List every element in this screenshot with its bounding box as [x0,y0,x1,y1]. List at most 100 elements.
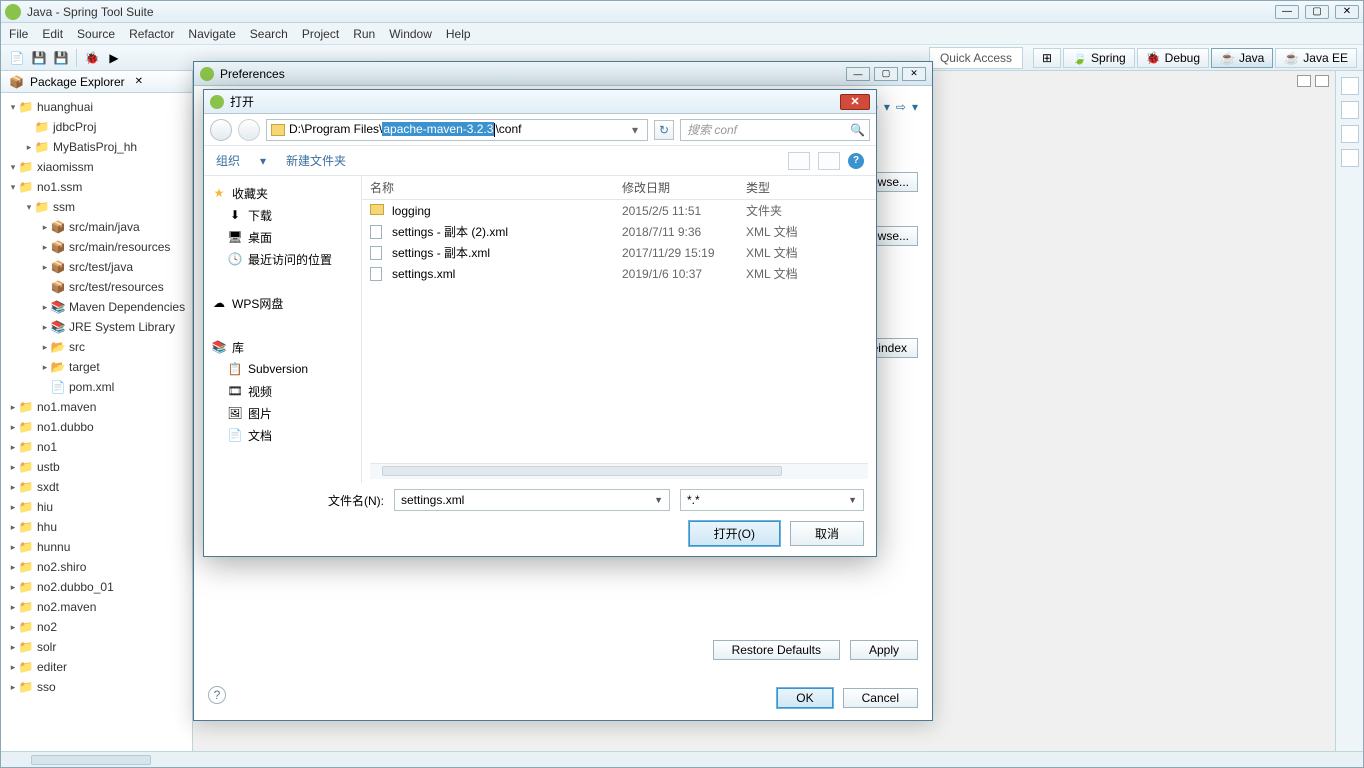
tree-twist-icon[interactable]: ▸ [7,622,19,633]
tree-item[interactable]: ▸📦src/main/resources [5,237,192,257]
tree-item[interactable]: ▸📚Maven Dependencies [5,297,192,317]
close-icon[interactable]: ✕ [135,76,143,87]
tree-twist-icon[interactable]: ▸ [39,262,51,273]
sidebar-item[interactable]: ★收藏夹 [204,182,361,204]
perspective-javaee[interactable]: ☕ Java EE [1275,48,1357,68]
filter-dropdown[interactable]: *.* ▼ [680,489,864,511]
sidebar-item[interactable]: 📋Subversion [204,358,361,380]
tree-twist-icon[interactable]: ▸ [7,522,19,533]
tree-item[interactable]: ▸📁sso [5,677,192,697]
tree-twist-icon[interactable]: ▸ [7,542,19,553]
menu-file[interactable]: File [9,27,28,41]
close-button[interactable]: ✕ [1335,5,1359,19]
tree-item[interactable]: ▸📦src/test/java [5,257,192,277]
tree-item[interactable]: ▸📁no1.dubbo [5,417,192,437]
tree-item[interactable]: ▸📂src [5,337,192,357]
minimize-view-icon[interactable] [1297,75,1311,87]
view-mode-button[interactable] [788,152,810,170]
tree-item[interactable]: 📦src/test/resources [5,277,192,297]
pref-close-icon[interactable]: ✕ [902,67,926,81]
tree-item[interactable]: ▸📁sxdt [5,477,192,497]
maximize-view-icon[interactable] [1315,75,1329,87]
sidebar-item[interactable]: ⬇下载 [204,204,361,226]
pref-min-icon[interactable]: — [846,67,870,81]
tasks-icon[interactable] [1341,101,1359,119]
nav-menu-icon[interactable]: ▾ [912,100,918,114]
tree-item[interactable]: ▸📁no2.maven [5,597,192,617]
tree-item[interactable]: ▸📦src/main/java [5,217,192,237]
tree-twist-icon[interactable]: ▸ [23,142,35,153]
file-row[interactable]: logging2015/2/5 11:51文件夹 [362,200,876,221]
tree-twist-icon[interactable]: ▸ [39,302,51,313]
horizontal-scrollbar[interactable] [1,751,1363,767]
help-icon[interactable]: ? [208,686,226,704]
tree-item[interactable]: ▸📁editer [5,657,192,677]
dropdown-icon[interactable]: ▼ [848,495,857,505]
address-bar[interactable]: D:\Program Files\apache-maven-3.2.3\conf… [266,119,648,141]
pref-cancel-button[interactable]: Cancel [843,688,918,708]
perspective-debug[interactable]: 🐞 Debug [1137,48,1209,68]
tree-item[interactable]: 📄pom.xml [5,377,192,397]
menu-run[interactable]: Run [353,27,375,41]
tree-item[interactable]: ▸📁ustb [5,457,192,477]
outline-icon[interactable] [1341,77,1359,95]
tree-twist-icon[interactable]: ▸ [7,462,19,473]
filename-input[interactable]: settings.xml ▼ [394,489,670,511]
console-icon[interactable] [1341,149,1359,167]
tree-twist-icon[interactable]: ▾ [7,102,19,113]
tree-twist-icon[interactable]: ▸ [39,222,51,233]
tree-twist-icon[interactable]: ▸ [39,362,51,373]
tree-twist-icon[interactable]: ▸ [7,662,19,673]
tree-item[interactable]: ▾📁huanghuai [5,97,192,117]
nav-fwd-icon[interactable]: ▾ [884,100,890,114]
help-button[interactable]: ? [848,153,864,169]
save-icon[interactable]: 💾 [29,48,49,68]
tree-twist-icon[interactable]: ▸ [7,442,19,453]
pref-ok-button[interactable]: OK [777,688,832,708]
scroll-thumb[interactable] [382,466,782,476]
tree-twist-icon[interactable]: ▾ [7,162,19,173]
tree-twist-icon[interactable]: ▸ [39,342,51,353]
sidebar-item[interactable]: 📄文档 [204,424,361,446]
menu-refactor[interactable]: Refactor [129,27,174,41]
quick-access[interactable]: Quick Access [929,47,1023,69]
sidebar-item[interactable]: 🖼图片 [204,402,361,424]
file-row[interactable]: settings.xml2019/1/6 10:37XML 文档 [362,263,876,284]
tree-twist-icon[interactable]: ▾ [7,182,19,193]
address-dropdown-icon[interactable]: ▾ [627,123,643,137]
sidebar-item[interactable]: 📚库 [204,336,361,358]
tree-twist-icon[interactable]: ▸ [7,642,19,653]
menu-window[interactable]: Window [389,27,432,41]
dropdown-icon[interactable]: ▼ [654,495,663,505]
cancel-button[interactable]: 取消 [790,521,864,546]
menu-help[interactable]: Help [446,27,471,41]
col-header-date[interactable]: 修改日期 [622,179,746,196]
nav-next-icon[interactable]: ⇨ [896,100,906,114]
file-rows[interactable]: logging2015/2/5 11:51文件夹settings - 副本 (2… [362,200,876,463]
search-icon[interactable]: 🔍 [850,123,865,137]
tree-twist-icon[interactable]: ▾ [23,202,35,213]
package-explorer-tab[interactable]: 📦 Package Explorer ✕ [1,71,192,93]
tree-item[interactable]: ▸📂target [5,357,192,377]
file-row[interactable]: settings - 副本.xml2017/11/29 15:19XML 文档 [362,242,876,263]
apply-button[interactable]: Apply [850,640,918,660]
new-folder-button[interactable]: 新建文件夹 [286,152,346,169]
tree-item[interactable]: ▸📁no1 [5,437,192,457]
tree-item[interactable]: ▸📚JRE System Library [5,317,192,337]
menu-source[interactable]: Source [77,27,115,41]
tree-twist-icon[interactable]: ▸ [7,482,19,493]
tree-twist-icon[interactable]: ▸ [39,322,51,333]
pref-max-icon[interactable]: ▢ [874,67,898,81]
open-button[interactable]: 打开(O) [689,521,780,546]
col-header-name[interactable]: 名称 [370,179,622,196]
tree-item[interactable]: ▾📁ssm [5,197,192,217]
tree-item[interactable]: ▾📁xiaomissm [5,157,192,177]
tree-twist-icon[interactable]: ▸ [7,422,19,433]
new-icon[interactable]: 📄 [7,48,27,68]
preview-pane-button[interactable] [818,152,840,170]
file-hscrollbar[interactable] [370,463,868,479]
tree-twist-icon[interactable]: ▸ [7,502,19,513]
perspective-spring[interactable]: 🍃 Spring [1063,48,1135,68]
file-dialog-close-button[interactable]: ✕ [840,94,870,110]
menu-edit[interactable]: Edit [42,27,63,41]
